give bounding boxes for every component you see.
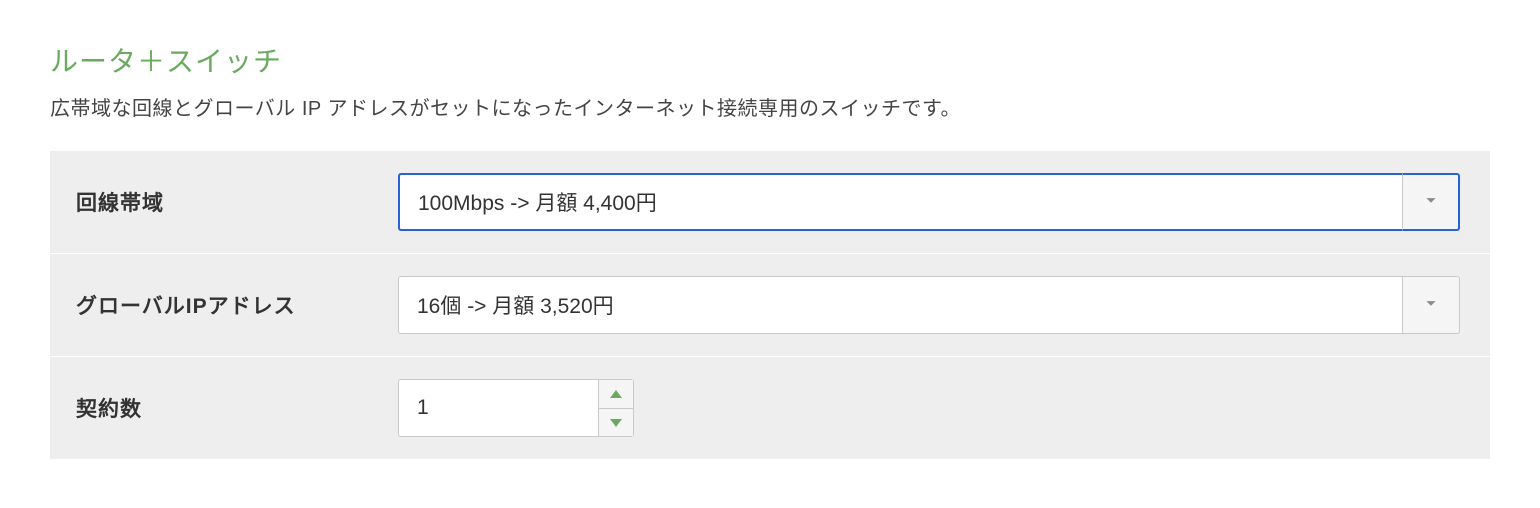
section-description: 広帯域な回線とグローバル IP アドレスがセットになったインターネット接続専用の…	[50, 92, 1490, 121]
chevron-down-icon	[1420, 189, 1442, 216]
config-form: 回線帯域 100Mbps -> 月額 4,400円 グローバルIPアドレス 16…	[50, 151, 1490, 460]
caret-down-icon	[610, 415, 622, 430]
bandwidth-select[interactable]: 100Mbps -> 月額 4,400円	[398, 173, 1460, 231]
quantity-input[interactable]	[398, 379, 598, 437]
caret-up-icon	[610, 386, 622, 401]
quantity-row: 契約数	[50, 357, 1490, 460]
global-ip-row: グローバルIPアドレス 16個 -> 月額 3,520円	[50, 254, 1490, 357]
quantity-stepper	[398, 379, 634, 437]
bandwidth-select-value: 100Mbps -> 月額 4,400円	[398, 173, 1402, 231]
bandwidth-row: 回線帯域 100Mbps -> 月額 4,400円	[50, 151, 1490, 254]
global-ip-label: グローバルIPアドレス	[50, 254, 398, 357]
quantity-increment[interactable]	[599, 380, 633, 409]
global-ip-select-value: 16個 -> 月額 3,520円	[398, 276, 1402, 334]
quantity-decrement[interactable]	[599, 409, 633, 437]
chevron-down-icon	[1420, 292, 1442, 319]
global-ip-select-arrow[interactable]	[1402, 276, 1460, 334]
bandwidth-label: 回線帯域	[50, 151, 398, 254]
bandwidth-select-arrow[interactable]	[1402, 173, 1460, 231]
quantity-label: 契約数	[50, 357, 398, 460]
global-ip-select[interactable]: 16個 -> 月額 3,520円	[398, 276, 1460, 334]
section-title: ルータ＋スイッチ	[50, 40, 1490, 80]
